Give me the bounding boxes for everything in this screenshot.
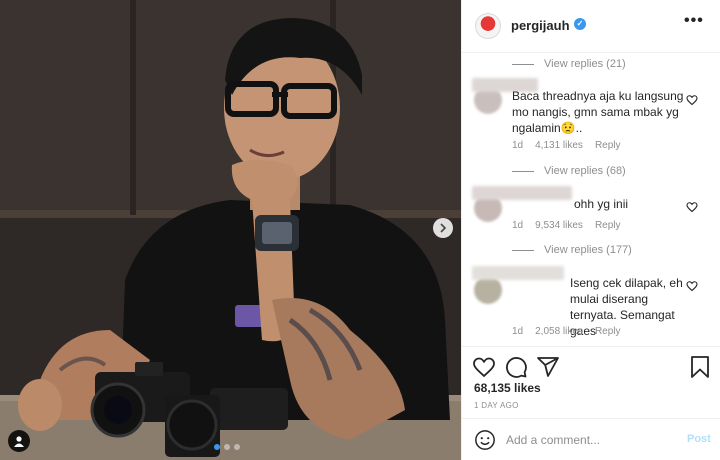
post-photo[interactable] <box>0 0 461 460</box>
post-likes-count[interactable]: 68,135 likes <box>474 381 541 395</box>
emoji-icon[interactable] <box>474 429 496 451</box>
divider <box>512 249 534 251</box>
comment-input[interactable] <box>506 431 676 449</box>
view-replies-button[interactable]: View replies (68) <box>512 165 626 177</box>
post-actions: 68,135 likes 1 DAY AGO <box>462 346 720 418</box>
comment-icon[interactable] <box>504 355 528 379</box>
commenter-username-redacted[interactable] <box>472 266 564 280</box>
verified-badge-icon: ✓ <box>574 18 586 30</box>
view-replies-button[interactable]: View replies (21) <box>512 58 626 70</box>
next-photo-button[interactable] <box>433 218 453 238</box>
username-link[interactable]: pergijauh <box>511 18 570 33</box>
post-side-panel: pergijauh ✓ ••• View replies (21) Baca t… <box>461 0 720 460</box>
comment-text: ohh yg inii <box>574 197 629 211</box>
carousel-dot <box>234 444 240 450</box>
comment-age: 1d <box>512 140 524 151</box>
photo-illustration <box>0 0 461 460</box>
carousel-dot-active <box>214 444 220 450</box>
post-comment-button[interactable]: Post <box>687 433 711 445</box>
commenter-avatar[interactable] <box>474 276 502 304</box>
comment-meta: 1d 9,534 likes Reply <box>512 220 621 231</box>
comment-age: 1d <box>512 326 524 337</box>
comment-likes-button[interactable]: 4,131 likes <box>535 140 583 151</box>
divider <box>512 170 534 172</box>
share-icon[interactable] <box>536 355 560 379</box>
post-date[interactable]: 1 DAY AGO <box>474 401 519 410</box>
view-replies-label: View replies (177) <box>544 244 632 256</box>
comment-meta: 1d 4,131 likes Reply <box>512 140 621 151</box>
like-comment-heart-icon[interactable] <box>686 201 698 213</box>
like-comment-heart-icon[interactable] <box>686 94 698 106</box>
comment-age: 1d <box>512 220 524 231</box>
commenter-username-redacted[interactable] <box>472 186 572 200</box>
view-replies-button[interactable]: View replies (177) <box>512 244 632 256</box>
bookmark-icon[interactable] <box>688 355 712 379</box>
comment-likes-button[interactable]: 9,534 likes <box>535 220 583 231</box>
view-replies-label: View replies (21) <box>544 58 626 70</box>
more-options-icon[interactable]: ••• <box>684 12 704 30</box>
carousel-dot <box>224 444 230 450</box>
comment-text: Baca threadnya aja ku langsung mo nangis… <box>512 89 684 135</box>
avatar[interactable] <box>475 13 501 39</box>
post-header: pergijauh ✓ ••• <box>462 0 720 53</box>
user-tag-icon <box>14 436 24 447</box>
comment-list[interactable]: View replies (21) Baca threadnya aja ku … <box>462 54 720 346</box>
reply-button[interactable]: Reply <box>595 326 621 337</box>
view-replies-label: View replies (68) <box>544 165 626 177</box>
chevron-right-icon <box>440 223 447 233</box>
reply-button[interactable]: Reply <box>595 220 621 231</box>
comment-likes-button[interactable]: 2,058 likes <box>535 326 583 337</box>
reply-button[interactable]: Reply <box>595 140 621 151</box>
divider <box>512 63 534 65</box>
like-comment-heart-icon[interactable] <box>686 280 698 292</box>
heart-icon[interactable] <box>472 355 496 379</box>
tagged-users-button[interactable] <box>8 430 30 452</box>
add-comment-bar: Post <box>462 418 720 460</box>
comment-meta: 1d 2,058 likes Reply <box>512 326 621 337</box>
carousel-indicator <box>214 444 240 450</box>
